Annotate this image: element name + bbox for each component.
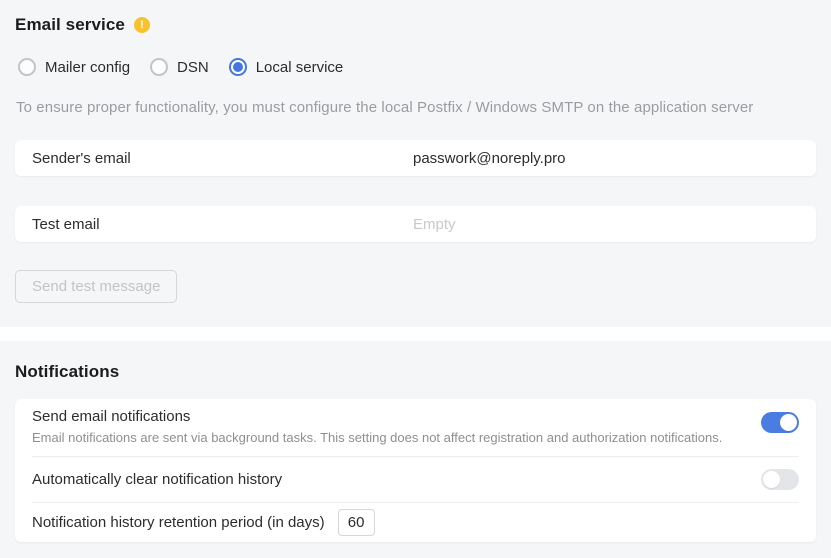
- email-service-title: Email service: [15, 15, 125, 35]
- send-email-notifications-text: Send email notifications Email notificat…: [32, 408, 722, 445]
- warning-icon: !: [134, 17, 150, 33]
- email-mode-radio-group: Mailer config DSN Local service: [18, 58, 816, 76]
- radio-mailer-config[interactable]: Mailer config: [18, 58, 130, 76]
- notifications-card: Send email notifications Email notificat…: [15, 399, 816, 542]
- radio-label: Local service: [256, 59, 344, 76]
- email-service-header: Email service !: [15, 0, 816, 35]
- senders-email-row: Sender's email: [15, 140, 816, 176]
- test-email-row: Test email: [15, 206, 816, 242]
- toggle-knob: [780, 414, 797, 431]
- radio-selected-icon: [229, 58, 247, 76]
- auto-clear-history-toggle[interactable]: [761, 469, 799, 490]
- email-service-section: Email service ! Mailer config DSN Local …: [0, 0, 831, 327]
- section-divider: [0, 327, 831, 341]
- send-email-notifications-row: Send email notifications Email notificat…: [32, 399, 799, 456]
- senders-email-label: Sender's email: [32, 150, 413, 167]
- send-test-message-button[interactable]: Send test message: [15, 270, 177, 303]
- toggle-knob: [763, 471, 780, 488]
- send-email-notifications-label: Send email notifications: [32, 408, 722, 425]
- test-email-input[interactable]: [413, 216, 799, 233]
- retention-period-label: Notification history retention period (i…: [32, 514, 325, 531]
- radio-unselected-icon: [150, 58, 168, 76]
- test-email-label: Test email: [32, 216, 413, 233]
- radio-label: Mailer config: [45, 59, 130, 76]
- send-email-notifications-toggle[interactable]: [761, 412, 799, 433]
- radio-local-service[interactable]: Local service: [229, 58, 344, 76]
- radio-dsn[interactable]: DSN: [150, 58, 209, 76]
- retention-period-row: Notification history retention period (i…: [32, 503, 799, 542]
- auto-clear-history-row: Automatically clear notification history: [32, 457, 799, 502]
- settings-page: Email service ! Mailer config DSN Local …: [0, 0, 831, 558]
- notifications-section: Notifications Send email notifications E…: [0, 341, 831, 558]
- radio-label: DSN: [177, 59, 209, 76]
- retention-period-input[interactable]: [338, 509, 375, 536]
- auto-clear-history-label: Automatically clear notification history: [32, 471, 282, 488]
- notifications-title: Notifications: [15, 341, 816, 382]
- smtp-configuration-note: To ensure proper functionality, you must…: [16, 99, 816, 116]
- send-email-notifications-description: Email notifications are sent via backgro…: [32, 430, 722, 445]
- senders-email-input[interactable]: [413, 150, 799, 167]
- radio-unselected-icon: [18, 58, 36, 76]
